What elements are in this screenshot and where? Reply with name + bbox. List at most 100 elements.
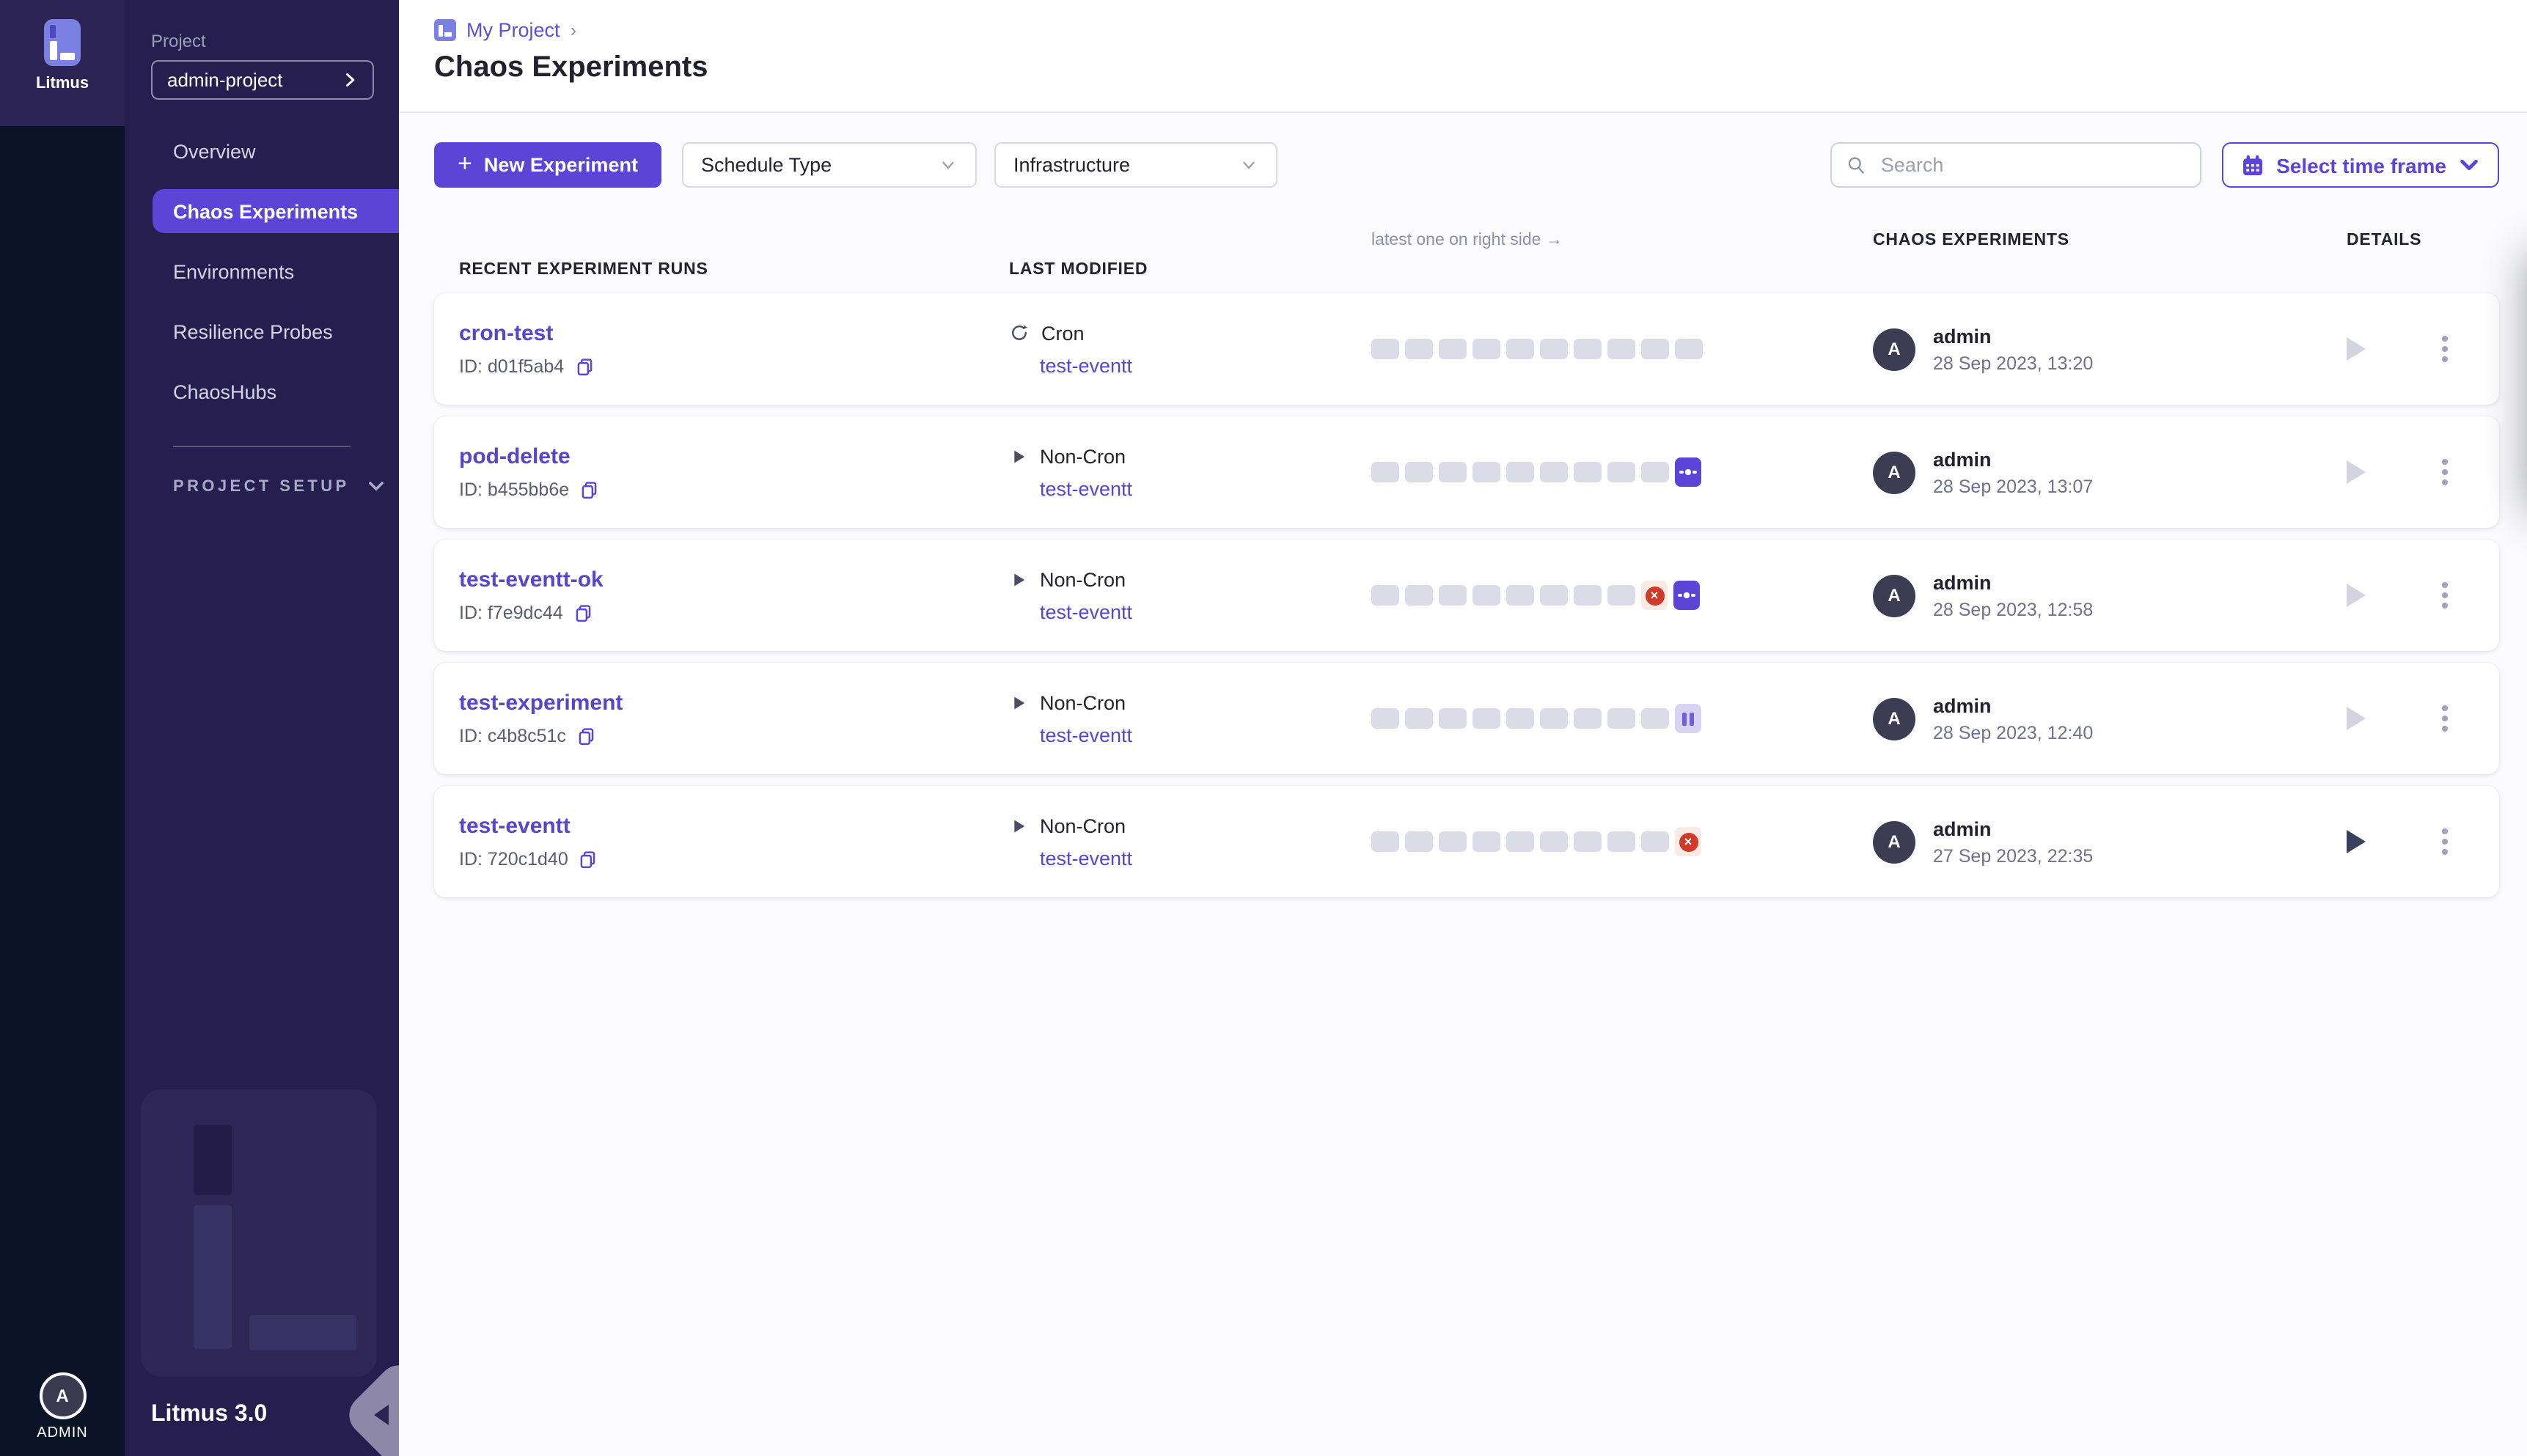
recent-runs-cell: ×	[1371, 827, 1873, 856]
project-setup-toggle[interactable]: PROJECT SETUP	[125, 477, 399, 496]
litmus-app: Litmus A ADMIN Project admin-project Ove…	[0, 0, 2527, 1456]
sidebar-item-overview[interactable]: Overview	[125, 129, 399, 173]
search-input[interactable]	[1878, 152, 2185, 177]
modified-by-user: admin	[1933, 571, 2093, 593]
avatar: A	[1873, 574, 1915, 617]
infrastructure-label: Infrastructure	[1013, 154, 1130, 176]
details-cell: Non-Cron test-eventt	[1009, 815, 1371, 869]
project-select[interactable]: admin-project	[151, 60, 374, 100]
sidebar-item-resilience-probes[interactable]: Resilience Probes	[125, 309, 399, 353]
project-icon	[434, 19, 456, 41]
chevron-right-icon	[342, 72, 358, 88]
run-empty-indicator	[1506, 708, 1534, 729]
row-menu-button[interactable]	[2436, 453, 2454, 491]
page-title: Chaos Experiments	[434, 51, 2527, 85]
last-modified-cell: A admin 28 Sep 2023, 13:07	[1873, 448, 2347, 496]
run-empty-indicator	[1405, 708, 1433, 729]
run-empty-indicator	[1371, 339, 1399, 359]
infrastructure-link[interactable]: test-eventt	[1040, 600, 1371, 622]
infrastructure-filter[interactable]: Infrastructure	[994, 142, 1277, 188]
row-menu-button[interactable]	[2436, 330, 2454, 368]
sidebar-item-chaos-experiments[interactable]: Chaos Experiments	[153, 189, 399, 233]
run-empty-indicator	[1371, 585, 1399, 606]
schedule-type-label: Schedule Type	[701, 154, 832, 176]
litmus-module-tile[interactable]: Litmus	[0, 0, 125, 126]
run-paused-indicator[interactable]	[1675, 704, 1701, 733]
run-empty-indicator	[1574, 708, 1602, 729]
copy-icon[interactable]	[574, 356, 595, 377]
run-empty-indicator	[1574, 585, 1602, 606]
run-failed-indicator[interactable]: ×	[1641, 581, 1668, 610]
new-experiment-button[interactable]: + New Experiment	[434, 142, 661, 188]
run-empty-indicator	[1641, 462, 1669, 482]
experiment-name-link[interactable]: pod-delete	[459, 444, 1009, 469]
run-empty-indicator	[1540, 339, 1568, 359]
search-box	[1830, 142, 2201, 188]
infrastructure-link[interactable]: test-eventt	[1040, 724, 1371, 746]
run-empty-indicator	[1405, 585, 1433, 606]
row-menu-button[interactable]	[2436, 699, 2454, 738]
run-empty-indicator	[1540, 831, 1568, 852]
run-experiment-button	[2347, 584, 2366, 607]
run-running-indicator[interactable]	[1675, 457, 1701, 487]
run-empty-indicator	[1472, 708, 1500, 729]
chevron-down-icon	[367, 477, 386, 496]
run-running-indicator[interactable]	[1673, 581, 1700, 610]
row-actions	[2347, 699, 2499, 738]
select-time-frame-button[interactable]: Select time frame	[2222, 142, 2499, 188]
project-select-value: admin-project	[167, 69, 283, 91]
run-empty-indicator	[1439, 585, 1467, 606]
experiment-row: test-eventt ID: 720c1d40 Non-Cron test-e…	[434, 786, 2499, 897]
time-frame-label: Select time frame	[2276, 153, 2446, 177]
experiment-id: ID: c4b8c51c	[459, 726, 566, 746]
copy-icon[interactable]	[573, 603, 594, 623]
infrastructure-link[interactable]: test-eventt	[1040, 354, 1371, 376]
modified-date: 28 Sep 2023, 13:20	[1933, 353, 2093, 373]
last-modified-cell: A admin 28 Sep 2023, 12:40	[1873, 694, 2347, 743]
sidebar-divider	[173, 446, 351, 447]
copy-icon[interactable]	[579, 849, 599, 869]
run-empty-indicator	[1439, 462, 1467, 482]
experiment-name-link[interactable]: test-experiment	[459, 691, 1009, 716]
run-empty-indicator	[1506, 831, 1534, 852]
run-empty-indicator	[1472, 462, 1500, 482]
sidebar-item-environments[interactable]: Environments	[125, 249, 399, 293]
user-label: ADMIN	[37, 1425, 87, 1441]
user-avatar[interactable]: A	[39, 1372, 86, 1419]
run-experiment-button[interactable]	[2347, 830, 2366, 853]
row-actions	[2347, 330, 2499, 368]
infrastructure-link[interactable]: test-eventt	[1040, 477, 1371, 499]
details-cell: Cron test-eventt	[1009, 322, 1371, 376]
run-failed-indicator[interactable]: ×	[1675, 827, 1701, 856]
experiment-name-link[interactable]: test-eventt-ok	[459, 567, 1009, 592]
non-cron-icon	[1009, 693, 1028, 712]
row-menu-button[interactable]	[2436, 576, 2454, 614]
brand-name: Litmus	[36, 75, 89, 92]
project-sidebar: Project admin-project Overview Chaos Exp…	[125, 0, 399, 1456]
schedule-type-filter[interactable]: Schedule Type	[682, 142, 977, 188]
run-empty-indicator	[1472, 585, 1500, 606]
run-empty-indicator	[1472, 339, 1500, 359]
experiment-name-link[interactable]: cron-test	[459, 321, 1009, 346]
modified-by-user: admin	[1933, 694, 2093, 716]
row-menu-button[interactable]	[2436, 823, 2454, 861]
avatar: A	[1873, 328, 1915, 370]
run-experiment-button	[2347, 460, 2366, 484]
calendar-icon	[2241, 153, 2264, 177]
non-cron-icon	[1009, 446, 1028, 466]
copy-icon[interactable]	[579, 479, 600, 500]
experiment-name-link[interactable]: test-eventt	[459, 814, 1009, 839]
infrastructure-link[interactable]: test-eventt	[1040, 847, 1371, 869]
table-header: latest one on right side → CHAOS EXPERIM…	[434, 232, 2499, 279]
modified-date: 27 Sep 2023, 22:35	[1933, 845, 2093, 866]
run-experiment-button	[2347, 337, 2366, 361]
copy-icon[interactable]	[576, 726, 597, 746]
experiment-row: test-experiment ID: c4b8c51c Non-Cron te…	[434, 663, 2499, 774]
details-cell: Non-Cron test-eventt	[1009, 691, 1371, 746]
sidebar-item-chaoshubs[interactable]: ChaosHubs	[125, 369, 399, 413]
run-empty-indicator	[1540, 708, 1568, 729]
breadcrumb-project-link[interactable]: My Project	[466, 19, 560, 41]
modified-date: 28 Sep 2023, 13:07	[1933, 476, 2093, 496]
run-empty-indicator	[1641, 831, 1669, 852]
last-modified-cell: A admin 27 Sep 2023, 22:35	[1873, 817, 2347, 866]
